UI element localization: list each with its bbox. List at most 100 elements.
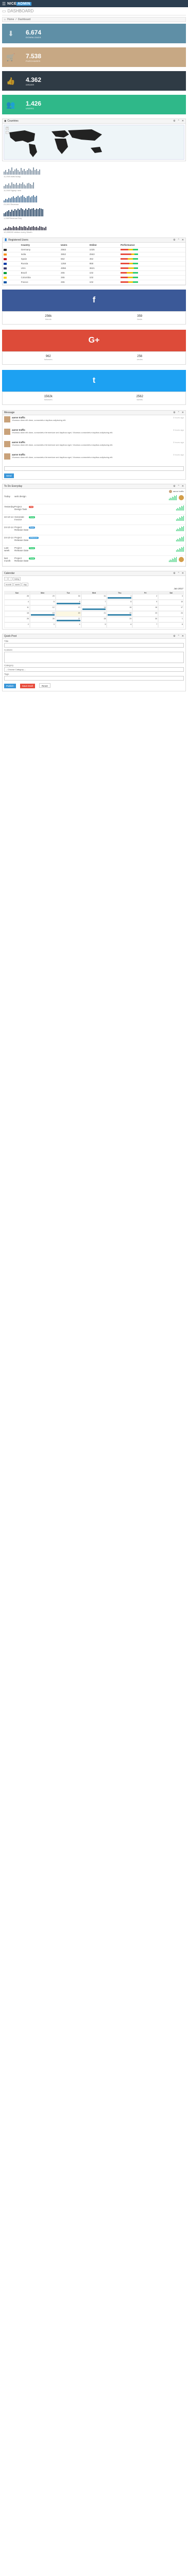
calendar-day[interactable]: 7 bbox=[132, 622, 159, 628]
reset-button[interactable]: Reset bbox=[39, 683, 50, 688]
calendar-day[interactable]: 16 bbox=[132, 605, 159, 611]
calendar-day[interactable]: 4 bbox=[55, 622, 81, 628]
stat-card[interactable]: 🛒 7.538 PURCHASES bbox=[2, 47, 186, 67]
calendar-day[interactable]: 23 bbox=[132, 611, 159, 617]
twitter-box[interactable]: t 1562k followers 2562 tweets bbox=[2, 369, 186, 405]
collapse-icon[interactable]: ⌃ bbox=[178, 120, 180, 123]
calendar-day[interactable]: 10 bbox=[158, 599, 184, 605]
settings-icon[interactable]: ⚙ bbox=[173, 411, 175, 414]
calendar-day[interactable]: 22 bbox=[107, 611, 133, 617]
title-input[interactable] bbox=[4, 642, 184, 648]
calendar-day[interactable]: 18 bbox=[4, 611, 30, 617]
close-icon[interactable]: ✕ bbox=[182, 239, 184, 242]
calendar-day[interactable]: 3 bbox=[29, 622, 56, 628]
calendar-day[interactable]: 27 bbox=[55, 616, 81, 622]
prev-button[interactable]: ‹ bbox=[4, 577, 8, 581]
save-draft-button[interactable]: Save Draft bbox=[20, 683, 35, 688]
brand-logo[interactable]: NICE ADMIN bbox=[7, 2, 31, 6]
calendar-event[interactable] bbox=[82, 608, 106, 610]
stat-card[interactable]: 👥 1.426 USERS bbox=[2, 95, 186, 114]
close-icon[interactable]: ✕ bbox=[182, 120, 184, 123]
todo-item[interactable]: 22-10-14 Generate Invoice Done bbox=[3, 515, 185, 525]
collapse-icon[interactable]: ⌃ bbox=[178, 485, 180, 488]
message-item[interactable]: 3 hours ago aaron traffic Vivamus diam eli… bbox=[3, 415, 185, 428]
table-row[interactable]: Russia 1258 958 bbox=[3, 261, 185, 266]
month-view-button[interactable]: month bbox=[4, 582, 13, 586]
settings-icon[interactable]: ⚙ bbox=[173, 120, 175, 123]
settings-icon[interactable]: ⚙ bbox=[173, 239, 175, 242]
collapse-icon[interactable]: ⌃ bbox=[178, 239, 180, 242]
category-select[interactable]: -- Choose Category -- bbox=[4, 667, 184, 672]
calendar-day[interactable]: 20 bbox=[55, 611, 81, 617]
calendar-day[interactable]: 13 bbox=[55, 605, 81, 611]
calendar-day[interactable]: 8 bbox=[107, 599, 133, 605]
stat-card[interactable]: 👍 4.362 ORDER bbox=[2, 71, 186, 91]
todo-item[interactable]: 24-10-14 Project Release Date Milestone bbox=[3, 535, 185, 546]
calendar-day[interactable]: 7 bbox=[81, 599, 107, 605]
close-icon[interactable]: ✕ bbox=[182, 635, 184, 638]
content-textarea[interactable] bbox=[4, 651, 184, 663]
calendar-day[interactable]: 1 bbox=[107, 594, 133, 600]
close-icon[interactable]: ✕ bbox=[182, 485, 184, 488]
calendar-day[interactable]: 21 bbox=[81, 611, 107, 617]
calendar-day[interactable]: 29 bbox=[29, 594, 56, 600]
week-view-button[interactable]: week bbox=[13, 582, 22, 586]
today-button[interactable]: today bbox=[12, 577, 21, 581]
calendar-day[interactable]: 12 bbox=[29, 605, 56, 611]
calendar-day[interactable]: 14 bbox=[81, 605, 107, 611]
calendar-event[interactable] bbox=[108, 614, 132, 616]
calendar-day[interactable]: 3 bbox=[158, 594, 184, 600]
calendar-day[interactable]: 5 bbox=[81, 622, 107, 628]
table-row[interactable]: France 265 102 bbox=[3, 280, 185, 285]
calendar-day[interactable]: 2 bbox=[4, 622, 30, 628]
stat-card[interactable]: ⬇ 6.674 DOWNLOADS bbox=[2, 24, 186, 43]
tags-input[interactable] bbox=[4, 675, 184, 681]
message-item[interactable]: 3 hours ago aaron traffic Vivamus diam eli… bbox=[3, 452, 185, 465]
calendar-day[interactable]: 19 bbox=[29, 611, 56, 617]
zoom-in-button[interactable]: + bbox=[6, 127, 9, 130]
calendar-day[interactable]: 15 bbox=[107, 605, 133, 611]
message-item[interactable]: 3 hours ago aaron traffic Vivamus diam eli… bbox=[3, 440, 185, 452]
day-view-button[interactable]: day bbox=[22, 582, 28, 586]
table-row[interactable]: Germany 2563 1025 bbox=[3, 247, 185, 252]
calendar-day[interactable]: 2 bbox=[132, 594, 159, 600]
menu-icon[interactable]: ☰ bbox=[2, 2, 6, 6]
message-input[interactable] bbox=[4, 466, 184, 471]
calendar-day[interactable]: 28 bbox=[4, 594, 30, 600]
breadcrumb-home[interactable]: Home bbox=[7, 18, 14, 21]
facebook-box[interactable]: f 256k friends 359 feeds bbox=[2, 289, 186, 325]
todo-item[interactable]: Yesterday Project Design Task Hot bbox=[3, 504, 185, 515]
collapse-icon[interactable]: ⌃ bbox=[178, 411, 180, 414]
calendar-day[interactable]: 17 bbox=[158, 605, 184, 611]
calendar-day[interactable]: 30 bbox=[55, 594, 81, 600]
calendar-day[interactable]: 25 bbox=[4, 616, 30, 622]
collapse-icon[interactable]: ⌃ bbox=[178, 572, 180, 575]
calendar-event[interactable] bbox=[56, 619, 80, 621]
calendar-day[interactable]: 28 bbox=[81, 616, 107, 622]
calendar-day[interactable]: 5 bbox=[29, 599, 56, 605]
calendar-day[interactable]: 8 bbox=[158, 622, 184, 628]
calendar-day[interactable]: 6 bbox=[107, 622, 133, 628]
collapse-icon[interactable]: ⌃ bbox=[178, 635, 180, 638]
calendar-day[interactable]: 11 bbox=[4, 605, 30, 611]
settings-icon[interactable]: ⚙ bbox=[173, 635, 175, 638]
table-row[interactable]: USA 4856 3621 bbox=[3, 266, 185, 271]
close-icon[interactable]: ✕ bbox=[182, 411, 184, 414]
breadcrumb-current[interactable]: Dashboard bbox=[18, 18, 30, 21]
world-map[interactable]: + − bbox=[4, 125, 184, 160]
table-row[interactable]: India 3652 2563 bbox=[3, 252, 185, 257]
calendar-day[interactable]: 1 bbox=[158, 616, 184, 622]
calendar-day[interactable]: 6 bbox=[55, 599, 81, 605]
send-button[interactable]: Send bbox=[4, 473, 14, 478]
table-row[interactable]: Colombia 265 102 bbox=[3, 275, 185, 280]
calendar-day[interactable]: 9 bbox=[132, 599, 159, 605]
todo-item[interactable]: Last week Project Release Date Done bbox=[3, 546, 185, 556]
google-plus-box[interactable]: G+ 962 followers 256 circles bbox=[2, 329, 186, 365]
calendar-event[interactable] bbox=[30, 614, 55, 616]
settings-icon[interactable]: ⚙ bbox=[173, 572, 175, 575]
table-row[interactable]: Spain 562 452 bbox=[3, 257, 185, 262]
table-row[interactable]: Brazil 265 102 bbox=[3, 270, 185, 276]
calendar-event[interactable] bbox=[108, 597, 132, 599]
calendar-day[interactable]: 4 bbox=[4, 599, 30, 605]
calendar-day[interactable]: 26 bbox=[29, 616, 56, 622]
